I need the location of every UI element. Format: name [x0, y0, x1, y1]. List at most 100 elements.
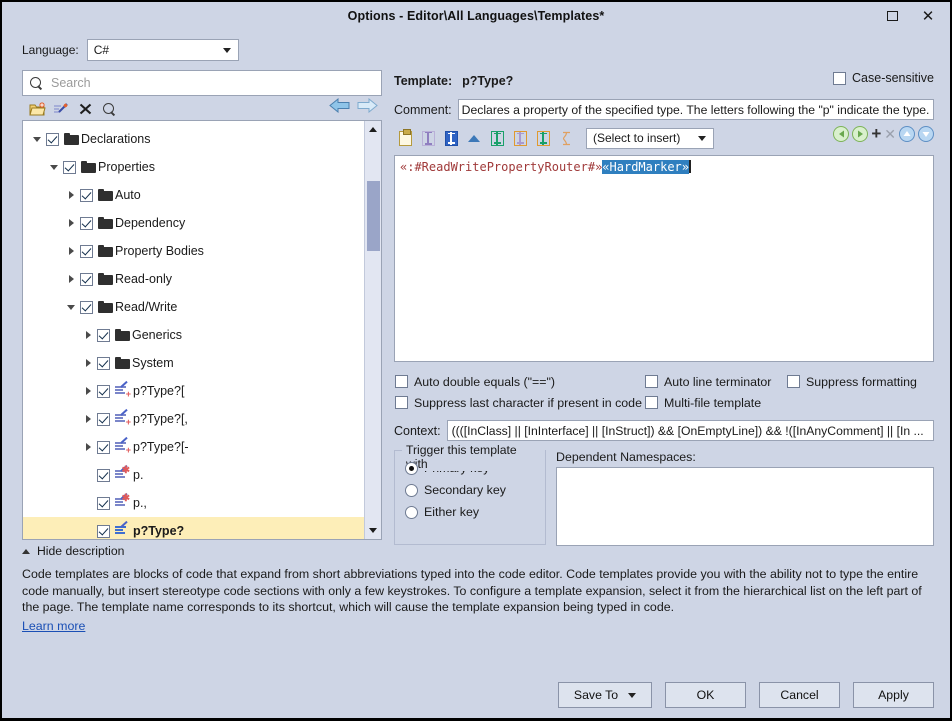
trigger-radio-option[interactable]: Either key [405, 501, 535, 523]
context-input[interactable]: ((([InClass] || [InInterface] || [InStru… [446, 420, 934, 441]
insert-select[interactable]: (Select to insert) [586, 127, 714, 149]
tree-item[interactable]: Read/Write [23, 293, 364, 321]
scroll-down-button[interactable] [365, 522, 381, 539]
clipboard-button[interactable] [394, 127, 416, 149]
tree-item[interactable]: p?Type? [23, 517, 364, 539]
remove-button[interactable]: ✕ [884, 127, 896, 141]
tree-item[interactable]: Generics [23, 321, 364, 349]
tree-item-checkbox[interactable] [46, 132, 59, 146]
tree-item-checkbox[interactable] [97, 468, 110, 482]
tree-item[interactable]: Auto [23, 181, 364, 209]
tree-scrollbar[interactable] [364, 121, 381, 539]
restore-button[interactable] [874, 3, 910, 29]
tree-item-checkbox[interactable] [97, 412, 110, 426]
tree-item-checkbox[interactable] [97, 328, 110, 342]
auto-double-equals-checkbox[interactable] [395, 375, 408, 388]
next-occurrence-button[interactable] [852, 126, 869, 142]
multi-file-template-checkbox[interactable] [645, 396, 658, 409]
expander-collapsed[interactable] [63, 247, 79, 255]
hotspot-marker-button[interactable] [440, 127, 462, 149]
expander-collapsed[interactable] [63, 219, 79, 227]
expander-expanded[interactable] [63, 304, 79, 310]
expander-collapsed[interactable] [63, 191, 79, 199]
orange-green-marker-button[interactable] [532, 127, 554, 149]
cancel-button[interactable]: Cancel [759, 682, 840, 708]
suppress-last-character-checkbox[interactable] [395, 396, 408, 409]
folder-icon [115, 329, 130, 341]
move-up-button[interactable] [899, 126, 915, 142]
tree-item[interactable]: + p?Type?[, [23, 405, 364, 433]
tree-item[interactable]: ✱ p., [23, 489, 364, 517]
expander-collapsed[interactable] [80, 387, 96, 395]
tree-item[interactable]: Property Bodies [23, 237, 364, 265]
tree-item[interactable]: + p?Type?[- [23, 433, 364, 461]
auto-line-terminator-option[interactable]: Auto line terminator [644, 375, 786, 389]
radio-button[interactable] [405, 461, 418, 475]
tree-item-checkbox[interactable] [63, 160, 76, 174]
expander-collapsed[interactable] [80, 359, 96, 367]
suppress-formatting-option[interactable]: Suppress formatting [786, 375, 917, 389]
tree-item-checkbox[interactable] [80, 216, 93, 230]
back-button[interactable] [329, 97, 350, 116]
tree-item[interactable]: Declarations [23, 125, 364, 153]
auto-line-terminator-checkbox[interactable] [645, 375, 658, 388]
suppress-last-character-option[interactable]: Suppress last character if present in co… [394, 396, 644, 410]
close-button[interactable]: ✕ [910, 3, 946, 29]
radio-button[interactable] [405, 483, 418, 497]
expander-collapsed[interactable] [63, 275, 79, 283]
prev-occurrence-button[interactable] [833, 126, 850, 142]
scroll-up-button[interactable] [365, 121, 381, 138]
dependent-namespaces-input[interactable] [556, 467, 934, 546]
case-sensitive-checkbox[interactable] [833, 71, 847, 85]
tree-item[interactable]: ✱ p. [23, 461, 364, 489]
delete-button[interactable] [73, 99, 97, 120]
save-to-button[interactable]: Save To [558, 682, 652, 708]
ok-button[interactable]: OK [665, 682, 746, 708]
tree-item-checkbox[interactable] [97, 524, 110, 538]
scrollbar-thumb[interactable] [367, 181, 380, 251]
comment-input[interactable]: Declares a property of the specified typ… [457, 99, 934, 120]
add-button[interactable]: + [871, 125, 881, 142]
tree-item[interactable]: Read-only [23, 265, 364, 293]
learn-more-link[interactable]: Learn more [22, 619, 85, 633]
radio-button[interactable] [405, 505, 418, 519]
tree-item[interactable]: Dependency [23, 209, 364, 237]
expander-expanded[interactable] [46, 164, 62, 170]
tree-item-checkbox[interactable] [80, 188, 93, 202]
move-down-button[interactable] [918, 126, 934, 142]
green-marker-button[interactable] [486, 127, 508, 149]
suppress-formatting-checkbox[interactable] [787, 375, 800, 388]
tree-item-checkbox[interactable] [80, 272, 93, 286]
search-input[interactable]: Search [22, 70, 382, 96]
tree-item-checkbox[interactable] [80, 300, 93, 314]
expander-collapsed[interactable] [80, 331, 96, 339]
new-template-button[interactable] [49, 99, 73, 120]
trigger-radio-option[interactable]: Secondary key [405, 479, 535, 501]
expander-collapsed[interactable] [80, 443, 96, 451]
forward-button[interactable] [357, 97, 378, 116]
editable-marker-button[interactable] [417, 127, 439, 149]
tree-item[interactable]: + p?Type?[ [23, 377, 364, 405]
case-sensitive-option[interactable]: Case-sensitive [832, 71, 934, 85]
auto-double-equals-option[interactable]: Auto double equals ("==") [394, 375, 644, 389]
multi-file-template-option[interactable]: Multi-file template [644, 396, 761, 410]
hide-description-toggle[interactable]: Hide description [22, 544, 930, 558]
new-folder-button[interactable] [25, 99, 49, 120]
tree-item[interactable]: Properties [23, 153, 364, 181]
apply-button[interactable]: Apply [853, 682, 934, 708]
tree-item-checkbox[interactable] [97, 440, 110, 454]
tree-item-checkbox[interactable] [97, 384, 110, 398]
language-select[interactable]: C# [86, 38, 239, 61]
tree-item-checkbox[interactable] [97, 496, 110, 510]
orange-marker-button[interactable] [509, 127, 531, 149]
template-header: Template: p?Type? Case-sensitive [394, 70, 934, 92]
triangle-up-button[interactable] [463, 127, 485, 149]
tree-item-checkbox[interactable] [80, 244, 93, 258]
template-code-editor[interactable]: «:#ReadWritePropertyRouter#»«HardMarker» [394, 155, 934, 362]
tree-item[interactable]: System [23, 349, 364, 377]
hard-marker-button[interactable] [555, 127, 577, 149]
find-button[interactable] [97, 99, 121, 120]
expander-collapsed[interactable] [80, 415, 96, 423]
expander-expanded[interactable] [29, 136, 45, 142]
tree-item-checkbox[interactable] [97, 356, 110, 370]
